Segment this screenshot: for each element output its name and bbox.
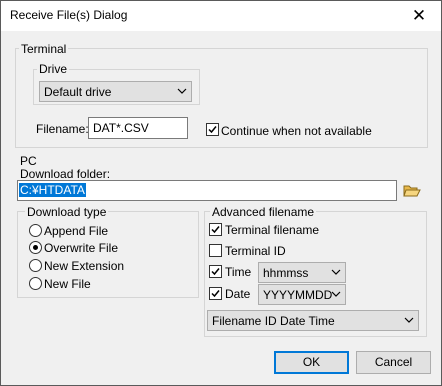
new-extension-radio[interactable] [29, 259, 42, 272]
append-file-radio[interactable] [29, 224, 42, 237]
receive-files-dialog: Receive File(s) Dialog ✕ Terminal Drive … [0, 0, 442, 386]
time-label[interactable]: Time [225, 265, 251, 279]
cancel-button[interactable]: Cancel [356, 351, 431, 374]
time-format-select[interactable]: hhmmss [258, 262, 346, 283]
check-icon [211, 268, 220, 276]
terminal-filename-label[interactable]: Terminal filename [225, 223, 319, 237]
download-folder-value: C:¥HTDATA [19, 183, 86, 197]
terminal-filename-checkbox[interactable] [209, 223, 222, 236]
drive-select-value: Default drive [44, 85, 112, 99]
date-checkbox[interactable] [209, 287, 222, 300]
filename-order-select[interactable]: Filename ID Date Time [207, 310, 419, 331]
terminal-id-label[interactable]: Terminal ID [225, 244, 286, 258]
download-folder-input[interactable]: C:¥HTDATA [17, 180, 397, 201]
new-file-radio[interactable] [29, 277, 42, 290]
filename-input[interactable]: DAT*.CSV [88, 117, 188, 139]
chevron-down-icon [331, 269, 341, 275]
new-extension-label[interactable]: New Extension [44, 259, 124, 273]
title-bar: Receive File(s) Dialog ✕ [1, 1, 441, 31]
advanced-filename-label: Advanced filename [210, 205, 317, 219]
folder-open-icon[interactable] [403, 183, 421, 199]
check-icon [211, 290, 220, 298]
chevron-down-icon [177, 88, 187, 94]
overwrite-file-label[interactable]: Overwrite File [44, 241, 118, 255]
drive-group-label: Drive [37, 62, 70, 76]
time-checkbox[interactable] [209, 265, 222, 278]
download-type-label: Download type [25, 205, 109, 219]
time-format-value: hhmmss [263, 266, 309, 280]
chevron-down-icon [331, 291, 341, 297]
check-icon [208, 126, 217, 134]
date-format-select[interactable]: YYYYMMDD [258, 284, 346, 305]
continue-label[interactable]: Continue when not available [221, 124, 372, 138]
date-format-value: YYYYMMDD [263, 288, 333, 302]
overwrite-file-radio[interactable] [29, 241, 42, 254]
check-icon [211, 226, 220, 234]
new-file-label[interactable]: New File [44, 277, 91, 291]
append-file-label[interactable]: Append File [44, 224, 108, 238]
window-title: Receive File(s) Dialog [10, 8, 128, 22]
filename-value: DAT*.CSV [93, 121, 149, 135]
filename-label: Filename: [36, 122, 89, 136]
terminal-group-label: Terminal [19, 42, 69, 56]
continue-checkbox[interactable] [206, 123, 219, 136]
pc-label: PC [20, 154, 37, 168]
chevron-down-icon [404, 317, 414, 323]
filename-order-value: Filename ID Date Time [212, 314, 335, 328]
drive-select[interactable]: Default drive [39, 81, 192, 102]
terminal-id-checkbox[interactable] [209, 244, 222, 257]
date-label[interactable]: Date [225, 287, 250, 301]
ok-button[interactable]: OK [274, 351, 349, 374]
close-button[interactable]: ✕ [397, 1, 441, 31]
download-folder-label: Download folder: [20, 167, 111, 181]
